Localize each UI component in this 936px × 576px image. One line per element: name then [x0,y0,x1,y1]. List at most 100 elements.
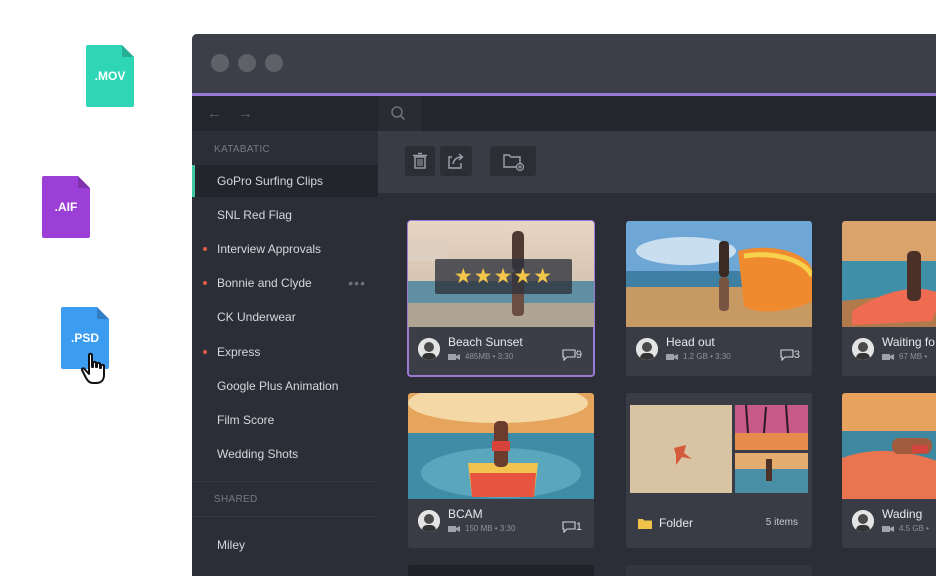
sidebar-item-ck-underwear[interactable]: CK Underwear [192,301,378,333]
comments-count[interactable]: 3 [780,349,800,362]
sidebar-item-label: GoPro Surfing Clips [217,174,324,188]
sidebar-divider [192,481,378,482]
clip-meta: 67 MB • [882,352,927,361]
avatar [852,338,874,360]
clip-size-duration: 67 MB • [899,352,928,361]
sidebar-item-label: Wedding Shots [217,447,299,461]
clip-card-beach-sunset[interactable]: ★★★★★ Beach Sunset 485MB • 3:30 9 [407,220,595,377]
video-camera-icon [448,353,460,360]
delete-button[interactable] [405,146,435,176]
clip-size-duration: 1.2 GB • 3:30 [683,352,731,361]
clip-meta: 1.2 GB • 3:30 [666,352,731,361]
status-dot [203,247,207,251]
clip-meta: 485MB • 3:30 [448,352,513,361]
clip-size-duration: 4.5 GB • [899,524,929,533]
clip-thumbnail [626,221,812,327]
trash-icon [413,152,427,169]
maximize-window-button[interactable] [265,54,283,72]
clip-thumbnail [842,393,936,499]
comments-value: 3 [793,349,800,361]
video-camera-icon [448,525,460,532]
app-window: ← → KATABATIC GoPro Surfing Clips SNL Re… [192,34,936,576]
sidebar-item-label: CK Underwear [217,310,296,324]
status-dot [203,350,207,354]
clip-card-head-out[interactable]: Head out 1.2 GB • 3:30 3 [626,221,812,376]
sidebar-item-label: Bonnie and Clyde [217,276,312,290]
clip-card-partial[interactable] [408,565,594,576]
clip-card-bcam[interactable]: BCAM 150 MB • 3:30 1 [408,393,594,548]
clip-size-duration: 150 MB • 3:30 [465,524,516,533]
back-arrow-icon[interactable]: ← [207,105,222,122]
sidebar-item-label: Miley [217,538,246,552]
search-icon [391,106,406,121]
avatar [418,338,440,360]
video-camera-icon [882,525,894,532]
mov-file-icon[interactable]: .MOV [86,45,134,107]
search-button[interactable] [378,96,422,131]
avatar [418,510,440,532]
comment-icon [780,349,794,362]
comments-value: 1 [575,521,582,533]
comment-icon [562,521,576,534]
sidebar-item-gopro-surfing-clips[interactable]: GoPro Surfing Clips [192,165,378,197]
avatar [636,338,658,360]
sidebar-item-express[interactable]: Express [192,336,378,368]
folder-thumbnails [626,393,812,499]
share-icon [448,153,464,169]
sidebar-item-wedding-shots[interactable]: Wedding Shots [192,438,378,470]
clip-grid: ★★★★★ Beach Sunset 485MB • 3:30 9 Head o… [378,193,936,576]
mov-file-label: .MOV [94,69,126,83]
clip-meta: 4.5 GB • [882,524,929,533]
active-indicator [192,165,195,197]
search-bar [378,96,936,131]
toolbar [378,131,936,193]
status-dot [203,281,207,285]
sidebar-divider [192,516,378,517]
comments-value: 9 [575,349,582,361]
aif-file-label: .AIF [54,200,78,214]
clip-meta: 150 MB • 3:30 [448,524,515,533]
share-button[interactable] [440,146,472,176]
minimize-window-button[interactable] [238,54,256,72]
sidebar-item-miley[interactable]: Miley [192,529,378,561]
sidebar-item-bonnie-and-clyde[interactable]: Bonnie and Clyde ••• [192,267,378,299]
folder-add-icon [503,154,525,172]
sidebar-item-label: Express [217,345,261,359]
clip-thumbnail [408,393,594,499]
comment-icon [562,349,576,362]
avatar [852,510,874,532]
clip-title: Waiting fo [882,335,935,349]
folder-card[interactable]: Folder 5 items [626,393,812,548]
aif-file-icon[interactable]: .AIF [42,176,90,238]
more-options-icon[interactable]: ••• [348,267,366,299]
clip-title: BCAM [448,507,483,521]
star-rating[interactable]: ★★★★★ [435,259,572,294]
comments-count[interactable]: 1 [562,521,582,534]
video-camera-icon [666,353,678,360]
new-folder-button[interactable] [490,146,536,176]
clip-card-waiting[interactable]: Waiting fo 67 MB • [842,221,936,376]
close-window-button[interactable] [211,54,229,72]
folder-icon [638,519,652,529]
video-camera-icon [882,353,894,360]
clip-title: Beach Sunset [448,335,523,349]
section-label-shared: SHARED [214,494,258,505]
sidebar-item-snl-red-flag[interactable]: SNL Red Flag [192,199,378,231]
navigation-bar: ← → [192,96,378,132]
forward-arrow-icon[interactable]: → [238,105,253,122]
clip-thumbnail [842,221,936,327]
sidebar-item-interview-approvals[interactable]: Interview Approvals [192,233,378,265]
section-label-katabatic: KATABATIC [214,144,271,155]
folder-title: Folder [659,516,694,530]
clip-card-wading[interactable]: Wading 4.5 GB • [842,393,936,548]
folder-item-count: 5 items [765,517,798,528]
sidebar-item-film-score[interactable]: Film Score [192,404,378,436]
clip-title: Wading [882,507,923,521]
psd-file-label: .PSD [70,331,99,345]
hand-cursor-icon [80,352,105,384]
comments-count[interactable]: 9 [562,349,582,362]
clip-size-duration: 485MB • 3:30 [465,352,514,361]
clip-card-partial[interactable] [626,565,812,576]
sidebar-item-label: Google Plus Animation [217,379,339,393]
sidebar-item-google-plus-animation[interactable]: Google Plus Animation [192,370,378,402]
